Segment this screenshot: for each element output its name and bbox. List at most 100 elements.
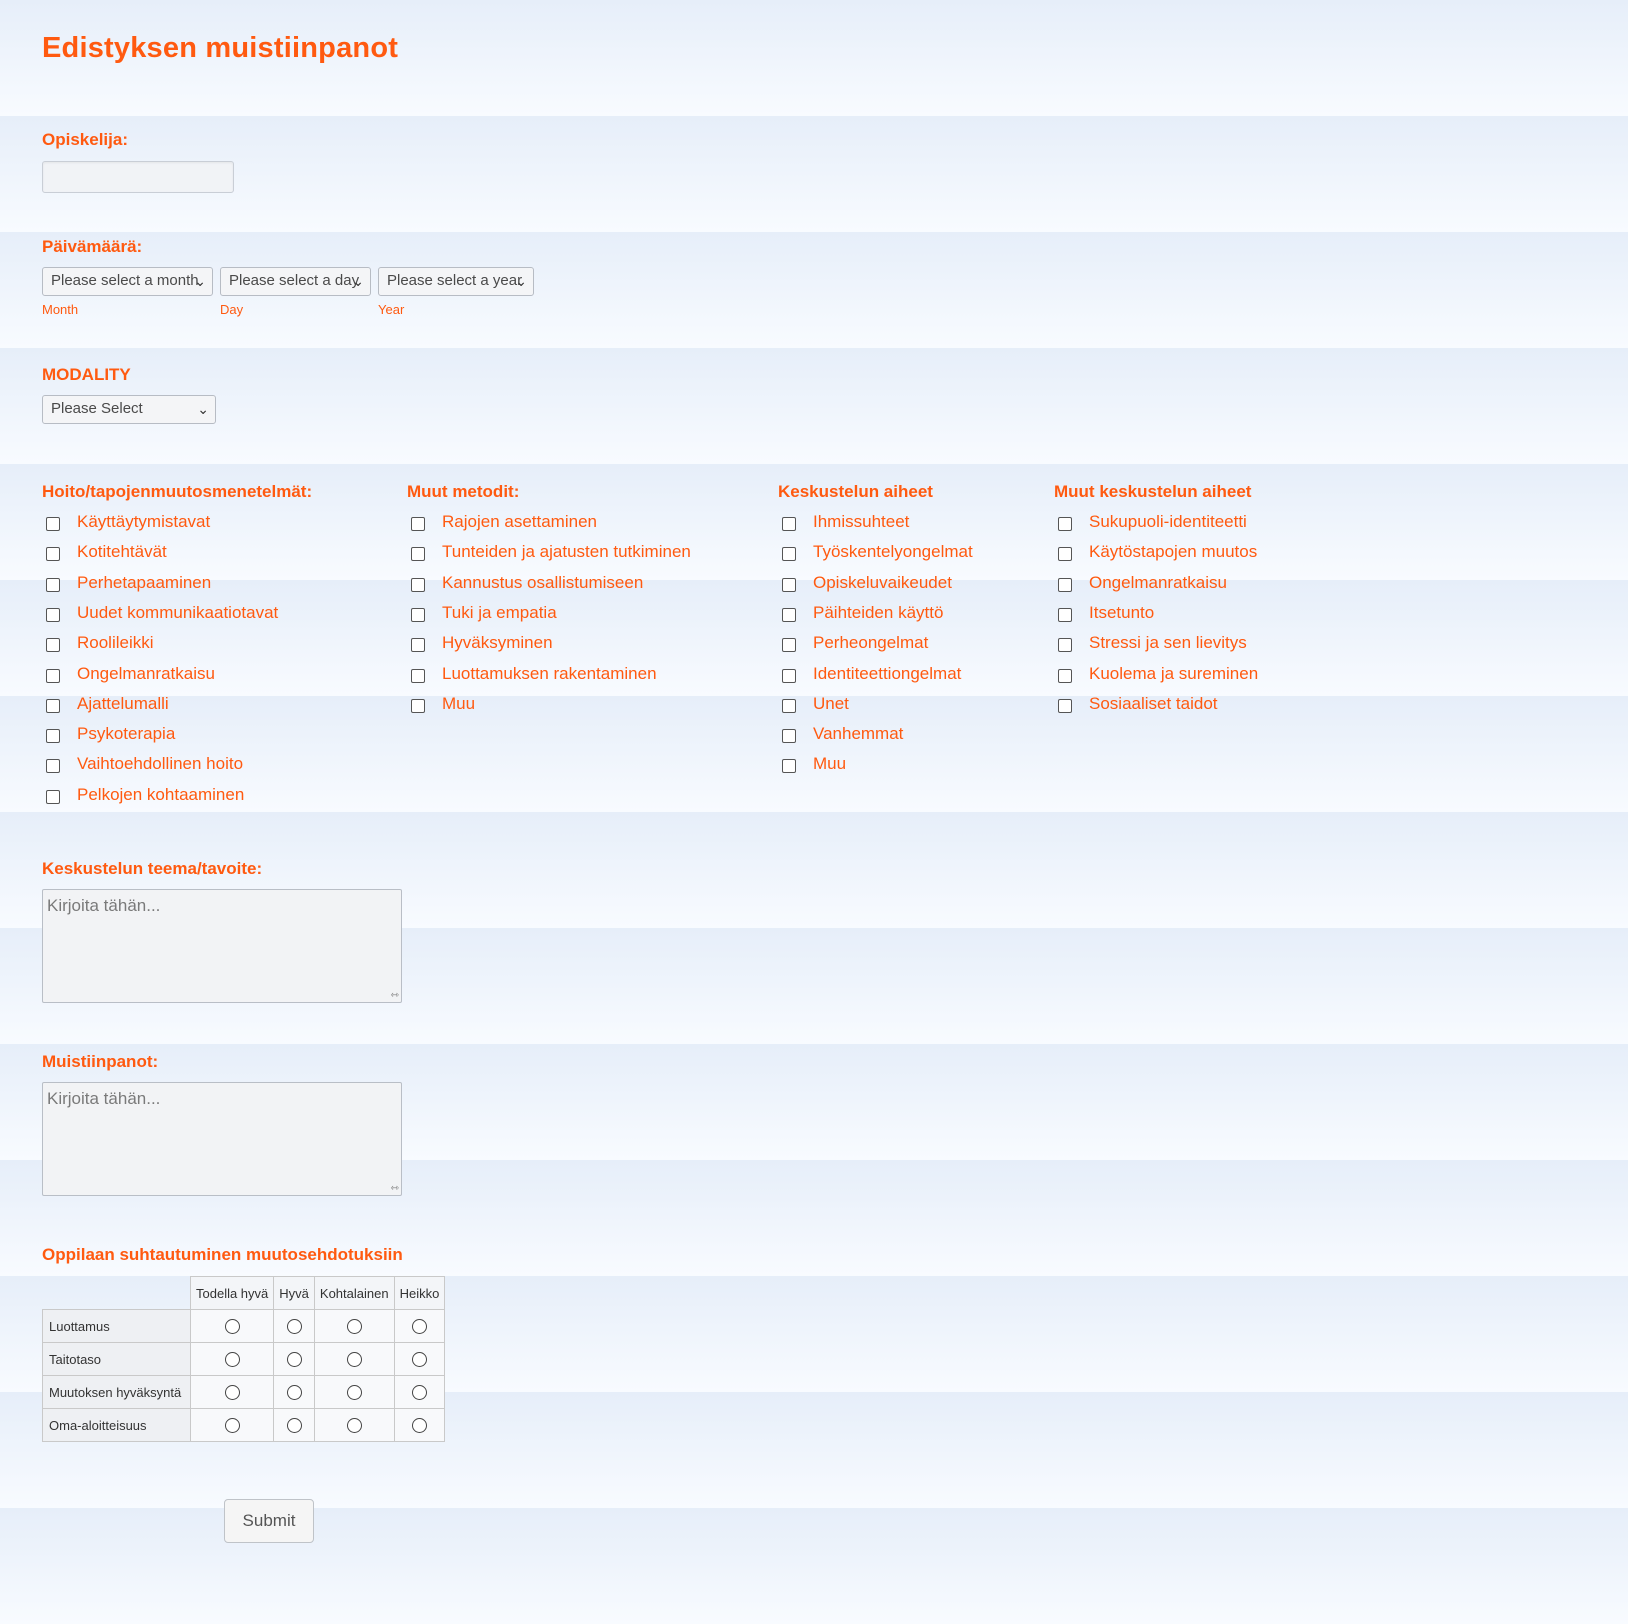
checkbox-icon[interactable] [1058,547,1072,561]
checkbox-icon[interactable] [46,638,60,652]
checkbox-icon[interactable] [1058,699,1072,713]
modality-select[interactable]: Please Select ⌄ [42,395,216,424]
notes-label: Muistiinpanot: [42,1052,159,1071]
day-select[interactable]: Please select a day ⌄ [220,267,371,296]
day-select-value: Please select a day [229,272,360,289]
notes-textarea[interactable]: Kirjoita tähän... ⇿ [42,1082,402,1196]
month-select[interactable]: Please select a month ⌄ [42,267,213,296]
checkbox-icon[interactable] [411,699,425,713]
checkbox-icon[interactable] [782,638,796,652]
checkbox-label: Pelkojen kohtaaminen [77,785,245,804]
checkbox-icon[interactable] [1058,669,1072,683]
checkbox-label: Työskentelyongelmat [813,542,973,561]
column-heading: Keskustelun aiheet [778,482,933,501]
checkbox-icon[interactable] [46,729,60,743]
submit-button[interactable]: Submit [224,1499,314,1543]
checkbox-label: Ongelmanratkaisu [1089,573,1227,592]
theme-placeholder: Kirjoita tähän... [47,896,161,915]
matrix-column-header: Kohtalainen [313,1276,395,1310]
radio-icon[interactable] [286,1319,302,1335]
radio-icon[interactable] [411,1352,427,1368]
checkbox-label: Käytöstapojen muutos [1089,542,1258,561]
chevron-down-icon: ⌄ [194,273,206,289]
matrix-row-label: Luottamus [42,1309,191,1343]
year-select-value: Please select a year [387,272,523,289]
student-label: Opiskelija: [42,130,128,149]
theme-label: Keskustelun teema/tavoite: [42,859,263,878]
checkbox-label: Stressi ja sen lievitys [1089,633,1247,652]
checkbox-icon[interactable] [782,699,796,713]
checkbox-icon[interactable] [1058,608,1072,622]
month-sublabel: Month [42,302,79,317]
checkbox-icon[interactable] [46,578,60,592]
radio-icon[interactable] [346,1319,362,1335]
radio-icon[interactable] [224,1319,240,1335]
modality-select-value: Please Select [51,400,143,417]
checkbox-icon[interactable] [46,547,60,561]
checkbox-icon[interactable] [782,669,796,683]
checkbox-icon[interactable] [1058,638,1072,652]
checkbox-label: Muu [442,694,476,713]
day-sublabel: Day [220,302,244,317]
chevron-down-icon: ⌄ [352,273,364,289]
checkbox-icon[interactable] [46,608,60,622]
checkbox-icon[interactable] [782,759,796,773]
radio-icon[interactable] [411,1418,427,1434]
year-select[interactable]: Please select a year ⌄ [378,267,534,296]
checkbox-label: Ajattelumalli [77,694,169,713]
checkbox-icon[interactable] [1058,517,1072,531]
checkbox-icon[interactable] [46,699,60,713]
checkbox-label: Rajojen asettaminen [442,512,597,531]
radio-icon[interactable] [346,1352,362,1368]
checkbox-icon[interactable] [411,669,425,683]
resize-grip-icon[interactable]: ⇿ [391,990,399,1001]
checkbox-icon[interactable] [782,547,796,561]
year-sublabel: Year [378,302,405,317]
checkbox-icon[interactable] [782,608,796,622]
resize-grip-icon[interactable]: ⇿ [391,1183,399,1194]
theme-textarea[interactable]: Kirjoita tähän... ⇿ [42,889,402,1003]
matrix-column-header: Hyvä [273,1276,315,1310]
radio-icon[interactable] [411,1385,427,1401]
checkbox-icon[interactable] [46,517,60,531]
checkbox-label: Päihteiden käyttö [813,603,944,622]
radio-icon[interactable] [286,1352,302,1368]
checkbox-icon[interactable] [46,790,60,804]
matrix-column-header: Todella hyvä [189,1276,275,1310]
checkbox-icon[interactable] [411,517,425,531]
checkbox-label: Kannustus osallistumiseen [442,573,644,592]
checkbox-icon[interactable] [411,547,425,561]
matrix-row-label: Oma-aloitteisuus [42,1408,191,1442]
radio-icon[interactable] [411,1319,427,1335]
radio-icon[interactable] [286,1385,302,1401]
checkbox-icon[interactable] [411,638,425,652]
checkbox-label: Itsetunto [1089,603,1155,622]
checkbox-icon[interactable] [411,608,425,622]
matrix-label: Oppilaan suhtautuminen muutosehdotuksiin [42,1245,403,1264]
student-input[interactable] [42,161,234,193]
radio-icon[interactable] [346,1385,362,1401]
checkbox-label: Vaihtoehdollinen hoito [77,754,244,773]
matrix-column-header: Heikko [393,1276,446,1310]
checkbox-label: Roolileikki [77,633,154,652]
radio-icon[interactable] [224,1418,240,1434]
modality-label: MODALITY [42,365,131,384]
checkbox-label: Luottamuksen rakentaminen [442,664,657,683]
checkbox-icon[interactable] [782,517,796,531]
checkbox-icon[interactable] [1058,578,1072,592]
checkbox-icon[interactable] [411,578,425,592]
matrix-row: Oma-aloitteisuus [42,1408,446,1442]
radio-icon[interactable] [224,1352,240,1368]
checkbox-icon[interactable] [782,578,796,592]
page-title: Edistyksen muistiinpanot [42,32,399,64]
checkbox-icon[interactable] [46,759,60,773]
checkbox-label: Ongelmanratkaisu [77,664,215,683]
checkbox-label: Identiteettiongelmat [813,664,962,683]
radio-icon[interactable] [286,1418,302,1434]
radio-icon[interactable] [224,1385,240,1401]
rating-matrix: Todella hyvä Hyvä Kohtalainen Heikko Luo… [42,1276,446,1442]
checkbox-icon[interactable] [782,729,796,743]
checkbox-icon[interactable] [46,669,60,683]
radio-icon[interactable] [346,1418,362,1434]
checkbox-label: Sosiaaliset taidot [1089,694,1218,713]
